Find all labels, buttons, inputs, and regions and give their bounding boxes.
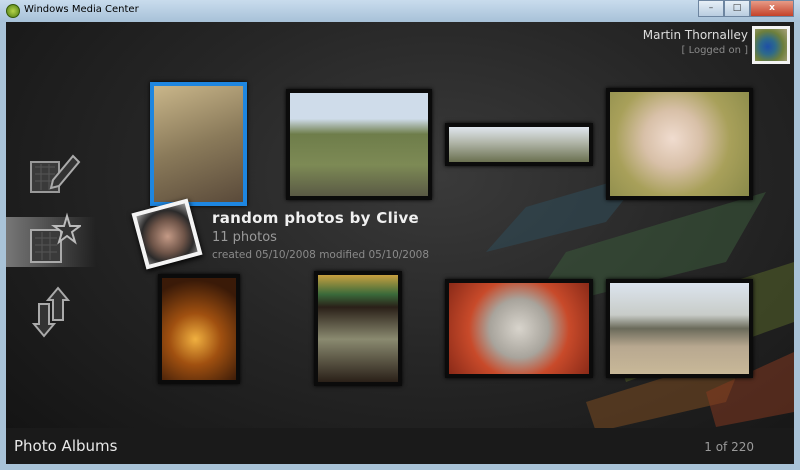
sort-button[interactable] [6,286,96,338]
bottom-bar: Photo Albums 1 of 220 [6,428,794,464]
media-center-content: Martin Thornalley [ Logged on ] random p… [6,22,794,464]
album-title: random photos by Clive [212,209,420,227]
album-thumbnail[interactable] [286,89,432,200]
edit-album-button[interactable] [6,147,96,197]
notepad-pencil-icon [30,154,81,193]
album-thumbnail[interactable] [314,271,402,386]
album-thumbnail[interactable] [606,88,753,200]
window-title: Windows Media Center [24,4,139,15]
album-thumbnail[interactable] [606,279,753,378]
up-down-arrows-icon [31,286,71,338]
section-title: Photo Albums [14,437,118,455]
title-bar: Windows Media Center – □ x [0,0,800,22]
album-thumbnail[interactable] [445,123,593,166]
user-status: [ Logged on ] [681,45,748,56]
album-thumbnail-selected[interactable] [150,82,247,206]
minimize-button[interactable]: – [698,0,724,17]
album-thumbnail[interactable] [445,279,593,378]
album-thumbnail[interactable] [158,274,240,384]
maximize-button[interactable]: □ [724,0,750,17]
close-button[interactable]: x [750,0,794,17]
media-center-logo-icon [6,4,20,18]
page-counter: 1 of 220 [704,440,754,454]
album-dates: created 05/10/2008 modified 05/10/2008 [212,249,430,261]
new-album-button[interactable] [6,212,96,267]
user-name: Martin Thornalley [642,28,748,42]
notepad-star-icon [30,212,81,263]
user-avatar[interactable] [752,26,790,64]
album-photo-count: 11 photos [212,230,277,245]
